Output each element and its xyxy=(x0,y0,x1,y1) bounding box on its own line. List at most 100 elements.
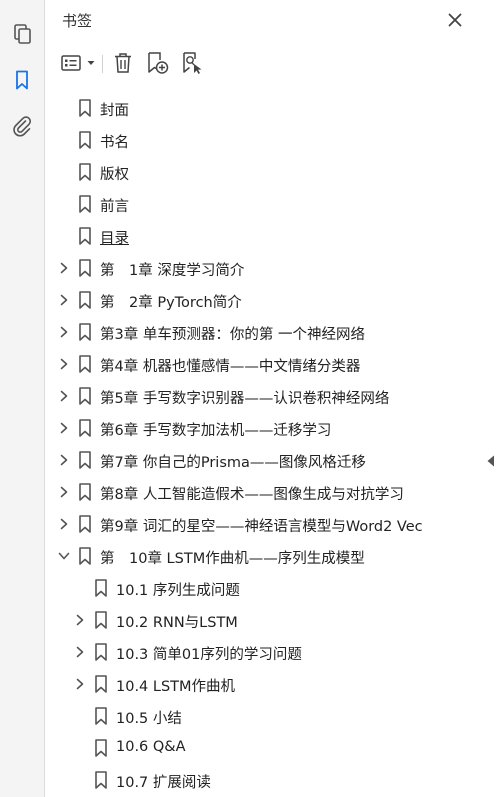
bookmark-item[interactable]: 第9章 词汇的星空——神经语言模型与Word2 Vec xyxy=(45,508,499,540)
chevron-right-icon xyxy=(60,358,68,370)
bookmark-icon xyxy=(79,547,91,565)
paperclip-icon xyxy=(13,116,32,137)
bookmark-item[interactable]: 第5章 手写数字识别器——认识卷积神经网络 xyxy=(45,380,499,412)
bookmark-label: 封面 xyxy=(100,103,129,119)
close-panel-button[interactable] xyxy=(443,8,467,32)
bookmark-icon xyxy=(79,387,91,405)
delete-bookmark-button[interactable] xyxy=(111,50,135,76)
pages-icon xyxy=(14,24,31,44)
panel-title: 书签 xyxy=(62,12,93,30)
bookmark-item[interactable]: 第 10章 LSTM作曲机——序列生成模型 xyxy=(45,540,499,572)
navigation-rail xyxy=(0,0,45,797)
toolbar-separator xyxy=(102,55,103,73)
chevron-right-icon xyxy=(60,518,68,530)
chevron-down-icon xyxy=(87,61,95,65)
chevron-right-icon xyxy=(60,390,68,402)
bookmark-label: 目录 xyxy=(100,231,129,247)
bookmark-item[interactable]: 前言 xyxy=(45,188,499,220)
bookmark-item[interactable]: 第 1章 深度学习简介 xyxy=(45,252,499,284)
add-bookmark-button[interactable] xyxy=(144,50,170,76)
bookmark-label: 10.7 扩展阅读 xyxy=(116,775,211,791)
bookmark-item[interactable]: 封面 xyxy=(45,92,499,124)
bookmark-label: 第4章 机器也懂感情——中文情绪分类器 xyxy=(100,359,361,375)
panel-header: 书签 xyxy=(45,0,499,40)
chevron-right-icon xyxy=(76,678,84,690)
bookmark-icon xyxy=(95,579,107,597)
bookmark-icon xyxy=(95,739,107,757)
bookmark-label: 第 10章 LSTM作曲机——序列生成模型 xyxy=(100,551,365,567)
bookmark-label: 第5章 手写数字识别器——认识卷积神经网络 xyxy=(100,391,390,407)
expand-toggle[interactable] xyxy=(57,389,71,403)
expand-toggle[interactable] xyxy=(73,613,87,627)
bookmark-icon xyxy=(95,675,107,693)
bookmark-icon xyxy=(79,419,91,437)
bookmark-label: 书名 xyxy=(100,135,129,151)
bookmark-label: 10.6 Q&A xyxy=(116,739,186,755)
bookmark-item[interactable]: 10.2 RNN与LSTM xyxy=(45,604,499,636)
bookmark-icon xyxy=(79,323,91,341)
chevron-left-icon xyxy=(487,455,494,467)
expand-toggle[interactable] xyxy=(57,261,71,275)
chevron-right-icon xyxy=(60,326,68,338)
chevron-down-icon xyxy=(58,552,70,560)
bookmark-item[interactable]: 10.6 Q&A xyxy=(45,732,499,764)
bookmark-label: 第9章 词汇的星空——神经语言模型与Word2 Vec xyxy=(100,519,423,535)
bookmark-icon xyxy=(79,451,91,469)
bookmark-icon xyxy=(16,70,28,90)
expand-toggle[interactable] xyxy=(57,357,71,371)
bookmark-label: 第7章 你自己的Prisma——图像风格迁移 xyxy=(100,455,366,471)
bookmark-item[interactable]: 第7章 你自己的Prisma——图像风格迁移 xyxy=(45,444,499,476)
bookmark-item[interactable]: 第 2章 PyTorch简介 xyxy=(45,284,499,316)
chevron-right-icon xyxy=(60,486,68,498)
bookmark-item[interactable]: 书名 xyxy=(45,124,499,156)
bookmark-label: 第 1章 深度学习简介 xyxy=(100,263,245,279)
bookmark-item[interactable]: 10.7 扩展阅读 xyxy=(45,764,499,796)
bookmark-item[interactable]: 第6章 手写数字加法机——迁移学习 xyxy=(45,412,499,444)
bookmark-icon xyxy=(79,515,91,533)
bookmark-item[interactable]: 10.1 序列生成问题 xyxy=(45,572,499,604)
bookmark-item[interactable]: 目录 xyxy=(45,220,499,252)
bookmark-item[interactable]: 第3章 单车预测器：你的第 一个神经网络 xyxy=(45,316,499,348)
list-options-icon xyxy=(61,55,81,71)
page-thumbnails-button[interactable] xyxy=(0,16,44,52)
bookmark-search-icon xyxy=(183,52,202,74)
expand-toggle[interactable] xyxy=(57,293,71,307)
expand-toggle[interactable] xyxy=(73,677,87,691)
bookmark-label: 10.3 简单01序列的学习问题 xyxy=(116,647,302,663)
bookmark-icon xyxy=(79,291,91,309)
expand-toggle[interactable] xyxy=(57,453,71,467)
trash-icon xyxy=(115,53,131,73)
expand-toggle[interactable] xyxy=(57,485,71,499)
bookmark-item[interactable]: 10.3 简单01序列的学习问题 xyxy=(45,636,499,668)
bookmarks-button[interactable] xyxy=(0,62,44,98)
bookmark-label: 第3章 单车预测器：你的第 一个神经网络 xyxy=(100,327,365,343)
bookmark-label: 10.5 小结 xyxy=(116,711,182,727)
collapse-panel-handle[interactable] xyxy=(486,452,496,467)
bookmark-icon xyxy=(79,355,91,373)
close-icon xyxy=(448,13,462,27)
attachments-button[interactable] xyxy=(0,108,44,144)
find-current-bookmark-button[interactable] xyxy=(179,50,205,76)
bookmark-icon xyxy=(79,195,91,213)
add-bookmark-icon xyxy=(148,52,169,74)
bookmark-item[interactable]: 10.5 小结 xyxy=(45,700,499,732)
bookmark-item[interactable]: 第8章 人工智能造假术——图像生成与对抗学习 xyxy=(45,476,499,508)
bookmark-icon xyxy=(95,771,107,789)
bookmark-options-dropdown[interactable] xyxy=(59,50,97,76)
bookmark-item[interactable]: 版权 xyxy=(45,156,499,188)
bookmark-icon xyxy=(79,483,91,501)
expand-toggle[interactable] xyxy=(57,517,71,531)
bookmark-item[interactable]: 10.4 LSTM作曲机 xyxy=(45,668,499,700)
bookmark-label: 第6章 手写数字加法机——迁移学习 xyxy=(100,423,332,439)
bookmark-item[interactable]: 第4章 机器也懂感情——中文情绪分类器 xyxy=(45,348,499,380)
bookmark-icon xyxy=(79,163,91,181)
expand-toggle[interactable] xyxy=(57,421,71,435)
bookmark-icon xyxy=(79,99,91,117)
expand-toggle[interactable] xyxy=(73,645,87,659)
bookmark-label: 10.4 LSTM作曲机 xyxy=(116,679,236,695)
chevron-right-icon xyxy=(60,294,68,306)
expand-toggle[interactable] xyxy=(57,325,71,339)
collapse-toggle[interactable] xyxy=(57,549,71,563)
chevron-right-icon xyxy=(60,262,68,274)
bookmark-icon xyxy=(95,611,107,629)
